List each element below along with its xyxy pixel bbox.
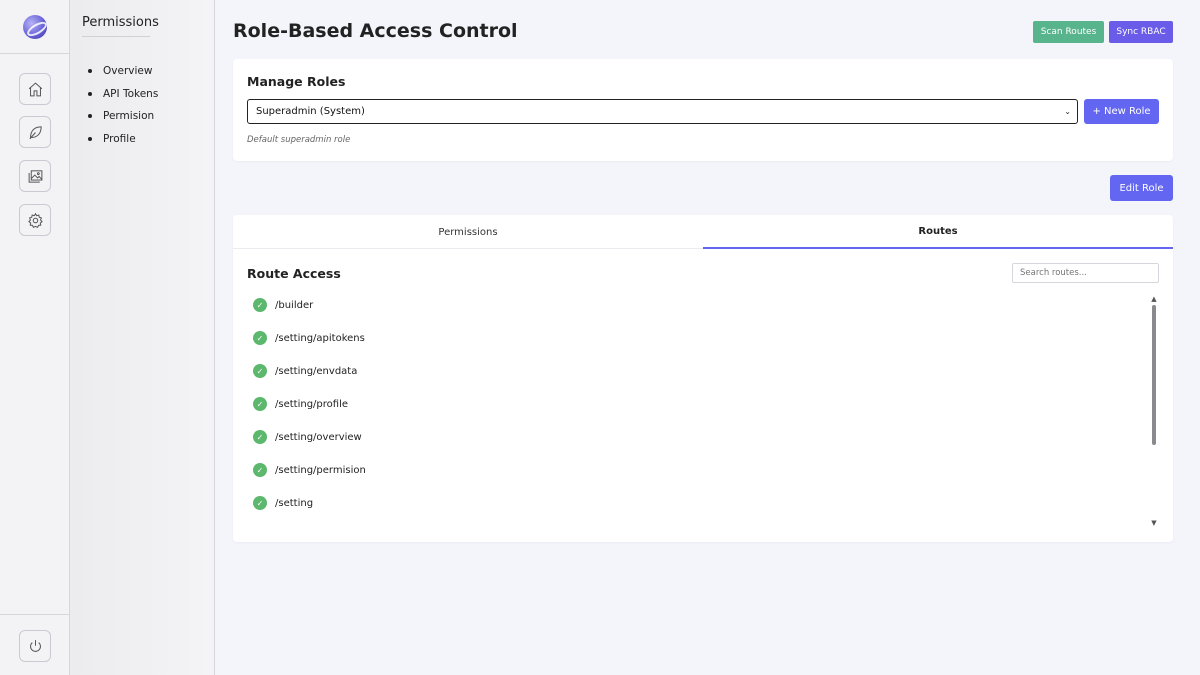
subnav-item-profile[interactable]: Profile: [88, 128, 158, 151]
sync-rbac-button[interactable]: Sync RBAC: [1109, 21, 1173, 43]
route-item[interactable]: ✓ /setting/apitokens: [253, 330, 653, 346]
check-circle-icon: ✓: [253, 331, 267, 345]
home-button[interactable]: [19, 73, 51, 105]
route-item[interactable]: ✓ /builder: [253, 297, 653, 313]
manage-roles-title: Manage Roles: [247, 74, 346, 89]
route-label: /setting/permision: [275, 464, 366, 476]
icon-rail: [0, 0, 70, 675]
route-label: /setting/overview: [275, 431, 362, 443]
role-description: Default superadmin role: [247, 135, 351, 145]
check-circle-icon: ✓: [253, 397, 267, 411]
route-label: /setting: [275, 497, 314, 509]
route-label: /builder: [275, 299, 314, 311]
home-icon: [28, 81, 42, 96]
check-circle-icon: ✓: [253, 430, 267, 444]
check-circle-icon: ✓: [253, 298, 267, 312]
manage-roles-card: Manage Roles Superadmin (System) ⌄ + New…: [233, 59, 1173, 161]
subnav-item-overview[interactable]: Overview: [88, 60, 158, 83]
route-item[interactable]: ✓ /setting/permision: [253, 462, 653, 478]
tab-routes[interactable]: Routes: [703, 215, 1173, 249]
rail-divider: [0, 614, 69, 615]
image-gallery-icon: [28, 169, 42, 183]
scan-routes-button[interactable]: Scan Routes: [1033, 21, 1104, 43]
subnav-item-api-tokens[interactable]: API Tokens: [88, 83, 158, 106]
scroll-up-icon[interactable]: ▲: [1150, 295, 1158, 303]
route-access-title: Route Access: [247, 266, 341, 281]
role-select[interactable]: Superadmin (System) ⌄: [247, 99, 1078, 124]
subnav-item-permision[interactable]: Permision: [88, 105, 158, 128]
page-title: Role-Based Access Control: [233, 20, 518, 42]
subnav-title: Permissions: [82, 15, 159, 37]
route-label: /setting/apitokens: [275, 332, 365, 344]
gallery-button[interactable]: [19, 160, 51, 192]
edit-role-button[interactable]: Edit Role: [1110, 175, 1173, 201]
scroll-down-icon[interactable]: ▼: [1150, 519, 1158, 527]
check-circle-icon: ✓: [253, 496, 267, 510]
route-list-scrollbar[interactable]: ▲ ▼: [1150, 295, 1158, 527]
check-circle-icon: ✓: [253, 364, 267, 378]
logo-area: [0, 0, 69, 54]
new-role-button[interactable]: + New Role: [1084, 99, 1159, 124]
scrollbar-thumb[interactable]: [1152, 305, 1156, 445]
logout-button[interactable]: [19, 630, 51, 662]
subnav-list: Overview API Tokens Permision Profile: [88, 60, 158, 150]
route-item[interactable]: ✓ /setting/profile: [253, 396, 653, 412]
power-icon: [29, 639, 41, 652]
chevron-down-icon: ⌄: [1064, 107, 1071, 116]
leaf-button[interactable]: [19, 116, 51, 148]
check-circle-icon: ✓: [253, 463, 267, 477]
settings-subnav: Permissions Overview API Tokens Permisio…: [70, 0, 215, 675]
route-item[interactable]: ✓ /setting/envdata: [253, 363, 653, 379]
role-select-value: Superadmin (System): [256, 106, 365, 117]
tab-bar: Permissions Routes: [233, 215, 1173, 249]
settings-button[interactable]: [19, 204, 51, 236]
route-item[interactable]: ✓ /setting: [253, 495, 653, 511]
gear-icon: [27, 212, 43, 228]
route-label: /setting/profile: [275, 398, 348, 410]
route-item[interactable]: ✓ /setting/overview: [253, 429, 653, 445]
route-label: /setting/envdata: [275, 365, 358, 377]
planet-logo-icon[interactable]: [22, 14, 47, 39]
leaf-icon: [28, 125, 42, 139]
routes-card: Permissions Routes Route Access ✓ /build…: [233, 215, 1173, 542]
search-routes-input[interactable]: [1012, 263, 1159, 283]
tab-permissions[interactable]: Permissions: [233, 215, 703, 249]
